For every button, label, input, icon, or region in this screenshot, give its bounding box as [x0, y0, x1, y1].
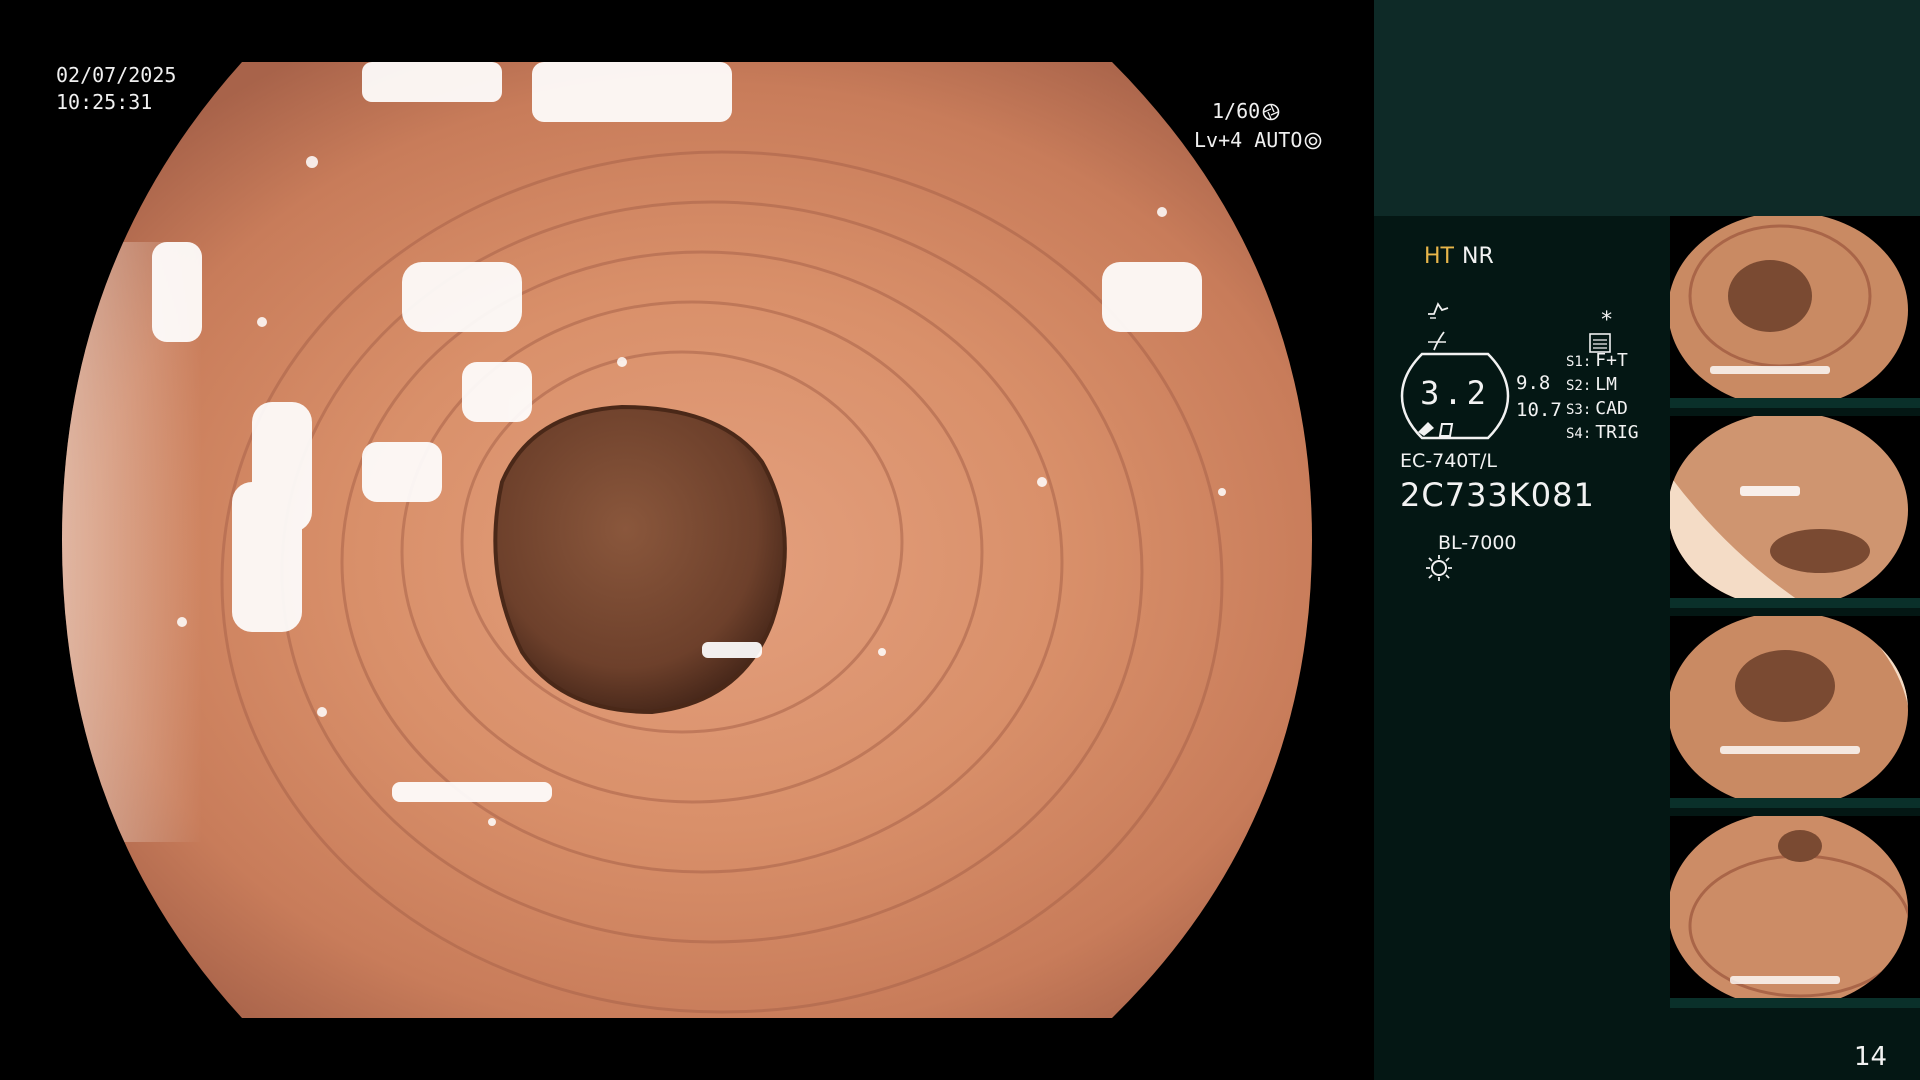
- exam-time: 10:25:31: [56, 90, 153, 114]
- thumbnail-footer: [1670, 398, 1920, 408]
- thumbnail-footer: [1670, 998, 1920, 1008]
- iris-icon: [1305, 132, 1322, 150]
- frame-counter: 14: [1854, 1042, 1888, 1072]
- shutter-speed-text: 1/60: [1212, 99, 1261, 123]
- mode-ht: HT: [1424, 244, 1454, 269]
- switch-s4-key: S4:: [1566, 426, 1592, 442]
- side-panel-header: [1374, 0, 1920, 216]
- brightness-level-text: Lv+4 AUTO: [1194, 128, 1303, 152]
- captured-thumbnail[interactable]: [1670, 216, 1920, 408]
- mode-nr: NR: [1462, 244, 1494, 269]
- scope-model: EC-740T/L: [1400, 450, 1497, 472]
- switch-s2-key: S2:: [1566, 378, 1592, 394]
- reading-b: 10.7: [1516, 399, 1562, 421]
- switch-s2: S2: LM: [1566, 374, 1617, 395]
- thumbnail-footer: [1670, 798, 1920, 808]
- switch-s3-value: CAD: [1595, 398, 1628, 419]
- scope-serial: 2C733K081: [1400, 476, 1595, 514]
- switch-s1-value: F+T: [1595, 350, 1628, 371]
- aperture-icon: [1262, 103, 1280, 121]
- shutter-speed: 1/60: [1212, 98, 1280, 125]
- thumbnail-footer: [1670, 598, 1920, 608]
- capture-mark: *: [1600, 308, 1614, 333]
- captured-thumbnail[interactable]: [1670, 816, 1920, 1008]
- zoom-value: 3.2: [1420, 374, 1490, 412]
- switch-s1-key: S1:: [1566, 354, 1592, 370]
- switch-s3: S3: CAD: [1566, 398, 1628, 419]
- exam-date: 02/07/2025: [56, 63, 177, 87]
- light-source: BL-7000: [1438, 532, 1517, 554]
- endoscope-main-view: [62, 62, 1312, 1018]
- captured-thumbnail[interactable]: [1670, 416, 1920, 608]
- switch-s1: S1: F+T: [1566, 350, 1628, 371]
- captured-thumbnail[interactable]: [1670, 616, 1920, 808]
- switch-s4-value: TRIG: [1595, 422, 1639, 443]
- brightness-level: Lv+4 AUTO: [1194, 127, 1322, 154]
- switch-s2-value: LM: [1595, 374, 1617, 395]
- switch-s4: S4: TRIG: [1566, 422, 1639, 443]
- switch-s3-key: S3:: [1566, 402, 1592, 418]
- reading-a: 9.8: [1516, 372, 1551, 394]
